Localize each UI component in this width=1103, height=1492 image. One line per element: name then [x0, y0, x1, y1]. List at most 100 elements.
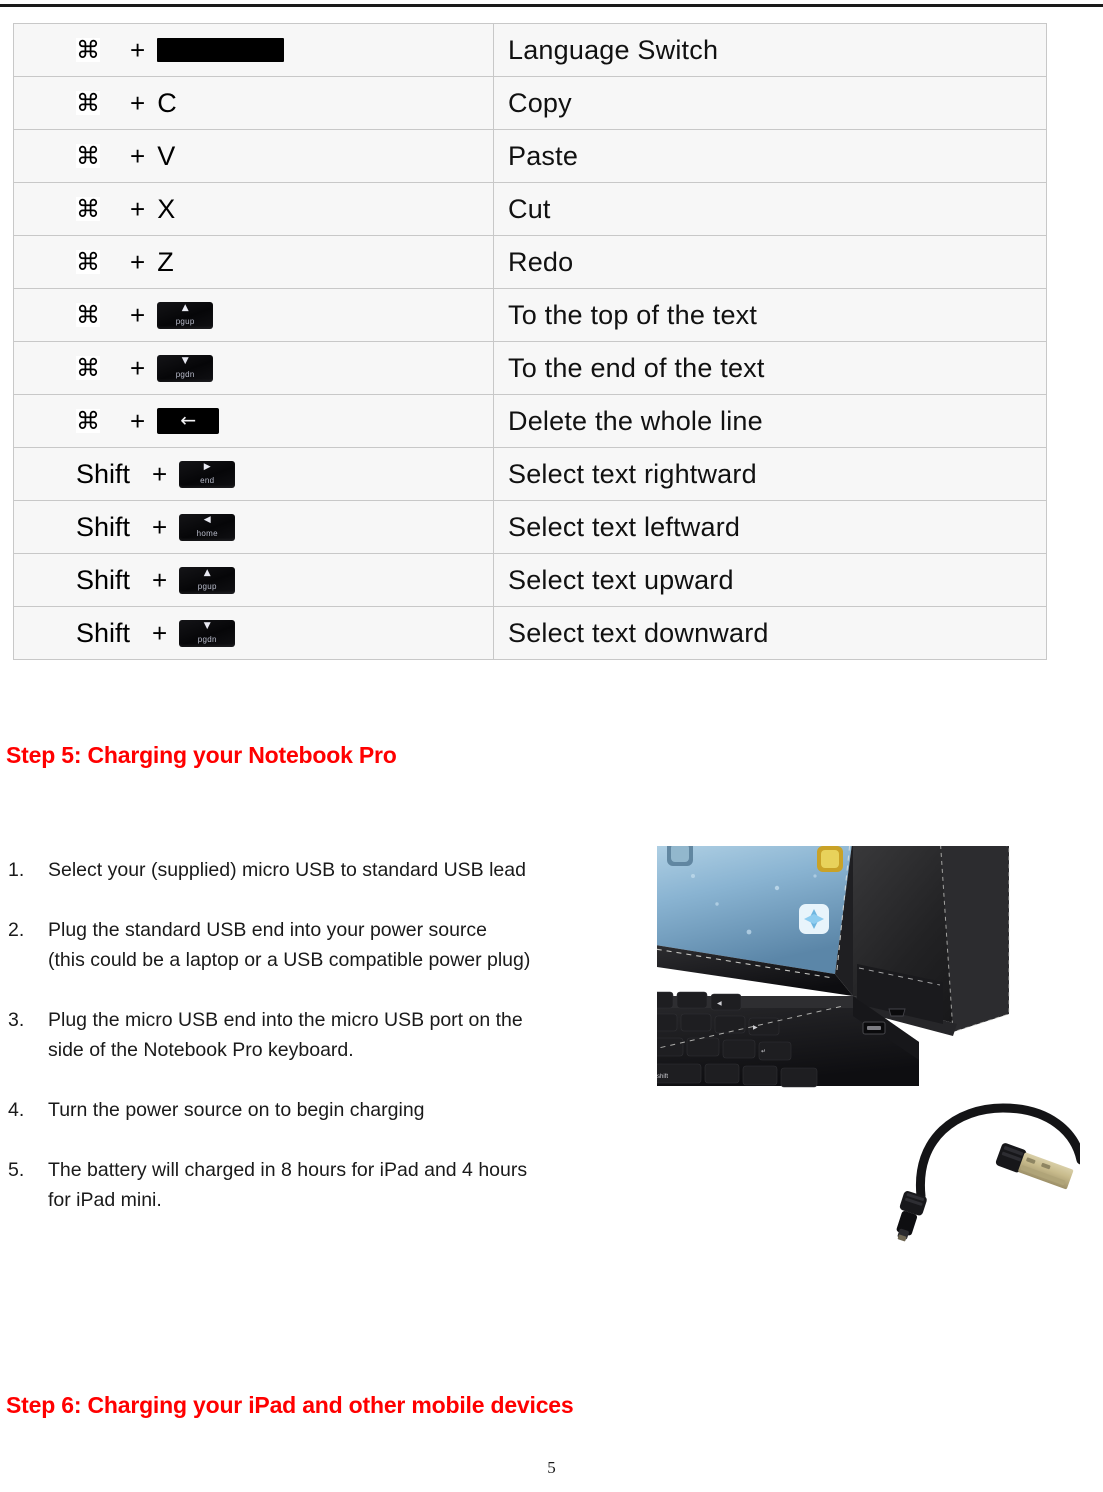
shortcut-combo-cell: Shift + ▼ pgdn [13, 606, 494, 660]
svg-text:▶: ▶ [753, 1025, 758, 1031]
command-key-icon: ⌘ [76, 248, 100, 276]
shortcut-description-cell: Cut [493, 182, 1047, 236]
shortcut-description-cell: Delete the whole line [493, 394, 1047, 448]
command-key-icon: ⌘ [76, 407, 100, 435]
plus-sign: + [152, 511, 168, 542]
end-key-icon: ▶ end [179, 460, 236, 488]
table-row: Shift + ▲ pgup Select text upward [13, 553, 1047, 607]
plus-sign: + [130, 352, 146, 383]
shortcut-description-cell: Select text rightward [493, 447, 1047, 501]
shortcut-combo-cell: ⌘ + ← [13, 394, 494, 448]
shortcut-description: Copy [508, 87, 572, 118]
shortcut-description-cell: Select text upward [493, 553, 1047, 607]
svg-text:↵: ↵ [761, 1049, 766, 1055]
shortcut-description: Redo [508, 246, 574, 277]
plus-sign: + [130, 405, 146, 436]
plus-sign: + [130, 193, 146, 224]
table-row: ⌘ + X Cut [13, 182, 1047, 236]
shortcut-description-cell: Paste [493, 129, 1047, 183]
table-row: Shift + ◀ home Select text leftward [13, 500, 1047, 554]
shortcut-combo-cell: Shift + ▶ end [13, 447, 494, 501]
keyboard-shortcut-table: ⌘ + Language Switch ⌘ + C Copy ⌘ + V Paste ⌘ + X Cut ⌘ +… [13, 23, 1047, 660]
shortcut-description-cell: Copy [493, 76, 1047, 130]
shortcut-description: Select text upward [508, 564, 734, 595]
shortcut-description: Cut [508, 193, 551, 224]
list-item-line: (this could be a laptop or a USB compati… [48, 949, 531, 971]
shortcut-description: To the end of the text [508, 352, 765, 383]
pgdn-key-icon: ▼ pgdn [157, 354, 214, 382]
list-item-line: side of the Notebook Pro keyboard. [48, 1039, 354, 1061]
shortcut-combo-cell: ⌘ + X [13, 182, 494, 236]
plus-sign: + [130, 87, 146, 118]
table-row: ⌘ + ← Delete the whole line [13, 394, 1047, 448]
command-key-icon: ⌘ [76, 36, 100, 64]
command-key-icon: ⌘ [76, 89, 100, 117]
product-photo: fn ◀ ▶ ↵ shift [657, 846, 1080, 1250]
list-item-line: Turn the power source on to begin chargi… [48, 1099, 425, 1121]
home-key-icon: ◀ home [179, 513, 236, 541]
shortcut-combo-cell: ⌘ + C [13, 76, 494, 130]
list-item: 1. Select your (supplied) micro USB to st… [6, 855, 626, 885]
shortcut-combo-cell: ⌘ + V [13, 129, 494, 183]
plus-sign: + [152, 617, 168, 648]
list-item-line: Select your (supplied) micro USB to stan… [48, 859, 526, 881]
shortcut-combo-cell: ⌘ + [13, 23, 494, 77]
table-row: Shift + ▼ pgdn Select text downward [13, 606, 1047, 660]
letter-key-z: Z [157, 246, 174, 277]
shortcut-description: Paste [508, 140, 579, 171]
letter-key-v: V [157, 140, 176, 171]
table-row: ⌘ + Z Redo [13, 235, 1047, 289]
table-row: Shift + ▶ end Select text rightward [13, 447, 1047, 501]
plus-sign: + [130, 246, 146, 277]
shortcut-combo-cell: Shift + ▲ pgup [13, 553, 494, 607]
table-row: ⌘ + V Paste [13, 129, 1047, 183]
list-item-line: Plug the micro USB end into the micro US… [48, 1009, 523, 1031]
shortcut-description-cell: To the end of the text [493, 341, 1047, 395]
shortcut-combo-cell: Shift + ◀ home [13, 500, 494, 554]
shortcut-description: Language Switch [508, 34, 719, 65]
list-item-line: Plug the standard USB end into your powe… [48, 919, 488, 941]
header-rule [0, 4, 1103, 7]
pgup-key-icon: ▲ pgup [179, 566, 236, 594]
page-number: 5 [547, 1458, 556, 1477]
step5-heading: Step 5: Charging your Notebook Pro [6, 742, 397, 768]
list-item: 3. Plug the micro USB end into the micro … [6, 1005, 626, 1065]
list-item-marker: 4. [8, 1099, 25, 1121]
list-item-marker: 5. [8, 1159, 25, 1181]
shift-key-label: Shift [76, 511, 131, 542]
list-item: 5. The battery will charged in 8 hours fo… [6, 1155, 626, 1215]
plus-sign: + [152, 564, 168, 595]
command-key-icon: ⌘ [76, 142, 100, 170]
list-item: 4. Turn the power source on to begin char… [6, 1095, 626, 1125]
shortcut-description-cell: Redo [493, 235, 1047, 289]
shortcut-combo-cell: ⌘ + ▼ pgdn [13, 341, 494, 395]
product-photo-illustration: fn ◀ ▶ ↵ shift [657, 846, 1080, 1250]
list-item-marker: 1. [8, 859, 25, 881]
command-key-icon: ⌘ [76, 301, 100, 329]
command-key-icon: ⌘ [76, 354, 100, 382]
shortcut-description: Select text downward [508, 617, 769, 648]
pgdn-key-icon: ▼ pgdn [179, 619, 236, 647]
shortcut-description: Select text rightward [508, 458, 757, 489]
shortcut-description: Delete the whole line [508, 405, 763, 436]
table-row: ⌘ + ▲ pgup To the top of the text [13, 288, 1047, 342]
letter-key-c: C [157, 87, 177, 118]
space-bar-key-icon [157, 38, 285, 62]
shift-key-label: Shift [76, 617, 131, 648]
list-item-marker: 2. [8, 919, 25, 941]
svg-text:◀: ◀ [717, 1001, 722, 1007]
backspace-key-icon: ← [157, 408, 220, 434]
shortcut-combo-cell: ⌘ + Z [13, 235, 494, 289]
letter-key-x: X [157, 193, 176, 224]
plus-sign: + [130, 140, 146, 171]
shift-key-label: Shift [76, 564, 131, 595]
plus-sign: + [130, 34, 146, 65]
list-item-line: for iPad mini. [48, 1189, 162, 1211]
list-item-line: The battery will charged in 8 hours for … [48, 1159, 528, 1181]
shortcut-description: Select text leftward [508, 511, 741, 542]
svg-text:shift: shift [657, 1074, 668, 1080]
plus-sign: + [130, 299, 146, 330]
shortcut-description-cell: Select text downward [493, 606, 1047, 660]
shortcut-description-cell: To the top of the text [493, 288, 1047, 342]
command-key-icon: ⌘ [76, 195, 100, 223]
